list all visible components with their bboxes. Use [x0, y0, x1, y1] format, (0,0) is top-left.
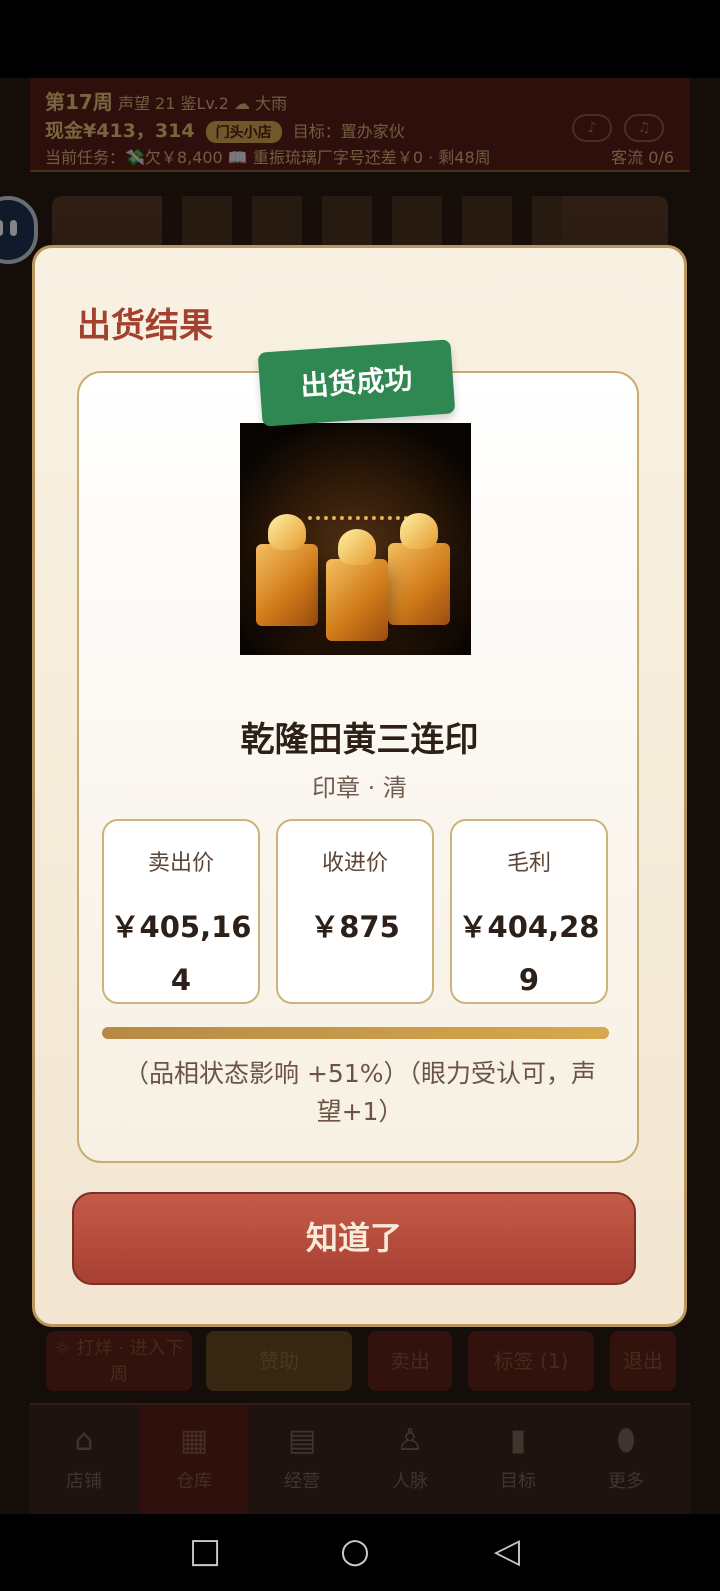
seal-center-knob	[338, 529, 376, 565]
purchase-price-value: ￥875	[310, 910, 400, 944]
seal-left	[256, 514, 318, 626]
profit-progress-bar	[102, 1027, 609, 1039]
seal-center	[326, 529, 388, 641]
sell-price-box: 卖出价 ￥405,164	[102, 819, 260, 1004]
seal-right	[388, 513, 450, 625]
gross-profit-value: ￥404,289	[458, 910, 600, 997]
recent-apps-button[interactable]: □	[180, 1530, 230, 1572]
acknowledge-button[interactable]: 知道了	[72, 1192, 636, 1285]
sell-price-label: 卖出价	[147, 851, 214, 876]
seal-left-knob	[268, 514, 306, 550]
item-category: 印章 · 清	[312, 774, 407, 802]
item-image	[240, 423, 471, 655]
modal-title: 出货结果	[77, 306, 213, 346]
gross-profit-box: 毛利 ￥404,289	[450, 819, 608, 1004]
gross-profit-label: 毛利	[506, 851, 551, 876]
sell-price-value: ￥405,164	[110, 910, 252, 997]
triangle-left-icon: ◁	[493, 1531, 521, 1571]
success-badge: 出货成功	[257, 339, 456, 427]
circle-icon: ○	[340, 1531, 370, 1571]
result-notes: （品相状态影响 +51%）（眼力受认可，声望+1）	[124, 1059, 596, 1126]
home-button[interactable]: ○	[330, 1530, 380, 1572]
item-name: 乾隆田黄三连印	[240, 720, 479, 760]
purchase-price-label: 收进价	[321, 851, 388, 876]
purchase-price-box: 收进价 ￥875	[276, 819, 434, 1004]
back-button[interactable]: ◁	[482, 1530, 532, 1572]
system-navigation-bar: □ ○ ◁	[0, 1514, 720, 1591]
seal-right-knob	[400, 513, 438, 549]
square-icon: □	[188, 1531, 222, 1571]
